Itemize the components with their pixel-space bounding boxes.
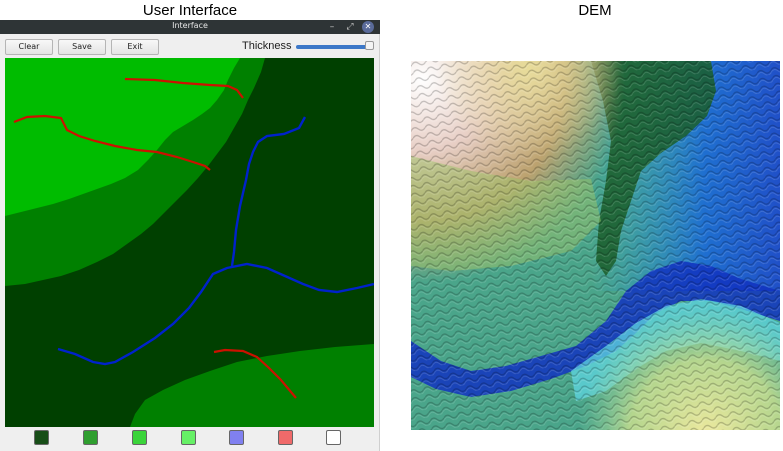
clear-button[interactable]: Clear	[5, 39, 53, 55]
thickness-slider[interactable]	[296, 45, 370, 49]
palette-swatch-light-green[interactable]	[181, 430, 196, 445]
window-titlebar[interactable]: Interface – ⤢ ✕	[0, 20, 380, 34]
thickness-label: Thickness	[242, 40, 292, 52]
palette-swatch-white[interactable]	[326, 430, 341, 445]
palette-swatch-medium-green[interactable]	[83, 430, 98, 445]
interface-window: Interface – ⤢ ✕ Clear Save Exit Thicknes…	[0, 20, 380, 451]
drawing-canvas[interactable]	[5, 58, 374, 427]
exit-button[interactable]: Exit	[111, 39, 159, 55]
palette-swatch-green[interactable]	[132, 430, 147, 445]
maximize-icon[interactable]: ⤢	[344, 21, 356, 33]
dem-image	[411, 61, 780, 430]
window-title: Interface	[172, 21, 208, 30]
palette-swatch-red[interactable]	[278, 430, 293, 445]
minimize-icon[interactable]: –	[326, 21, 338, 33]
palette-swatch-blue[interactable]	[229, 430, 244, 445]
save-button[interactable]: Save	[58, 39, 106, 55]
palette-swatch-dark-green[interactable]	[34, 430, 49, 445]
close-icon[interactable]: ✕	[362, 21, 374, 33]
dem-caption: DEM	[578, 2, 612, 19]
thickness-slider-handle[interactable]	[365, 41, 374, 50]
user-interface-caption: User Interface	[142, 2, 238, 19]
dem-texture	[411, 61, 780, 430]
